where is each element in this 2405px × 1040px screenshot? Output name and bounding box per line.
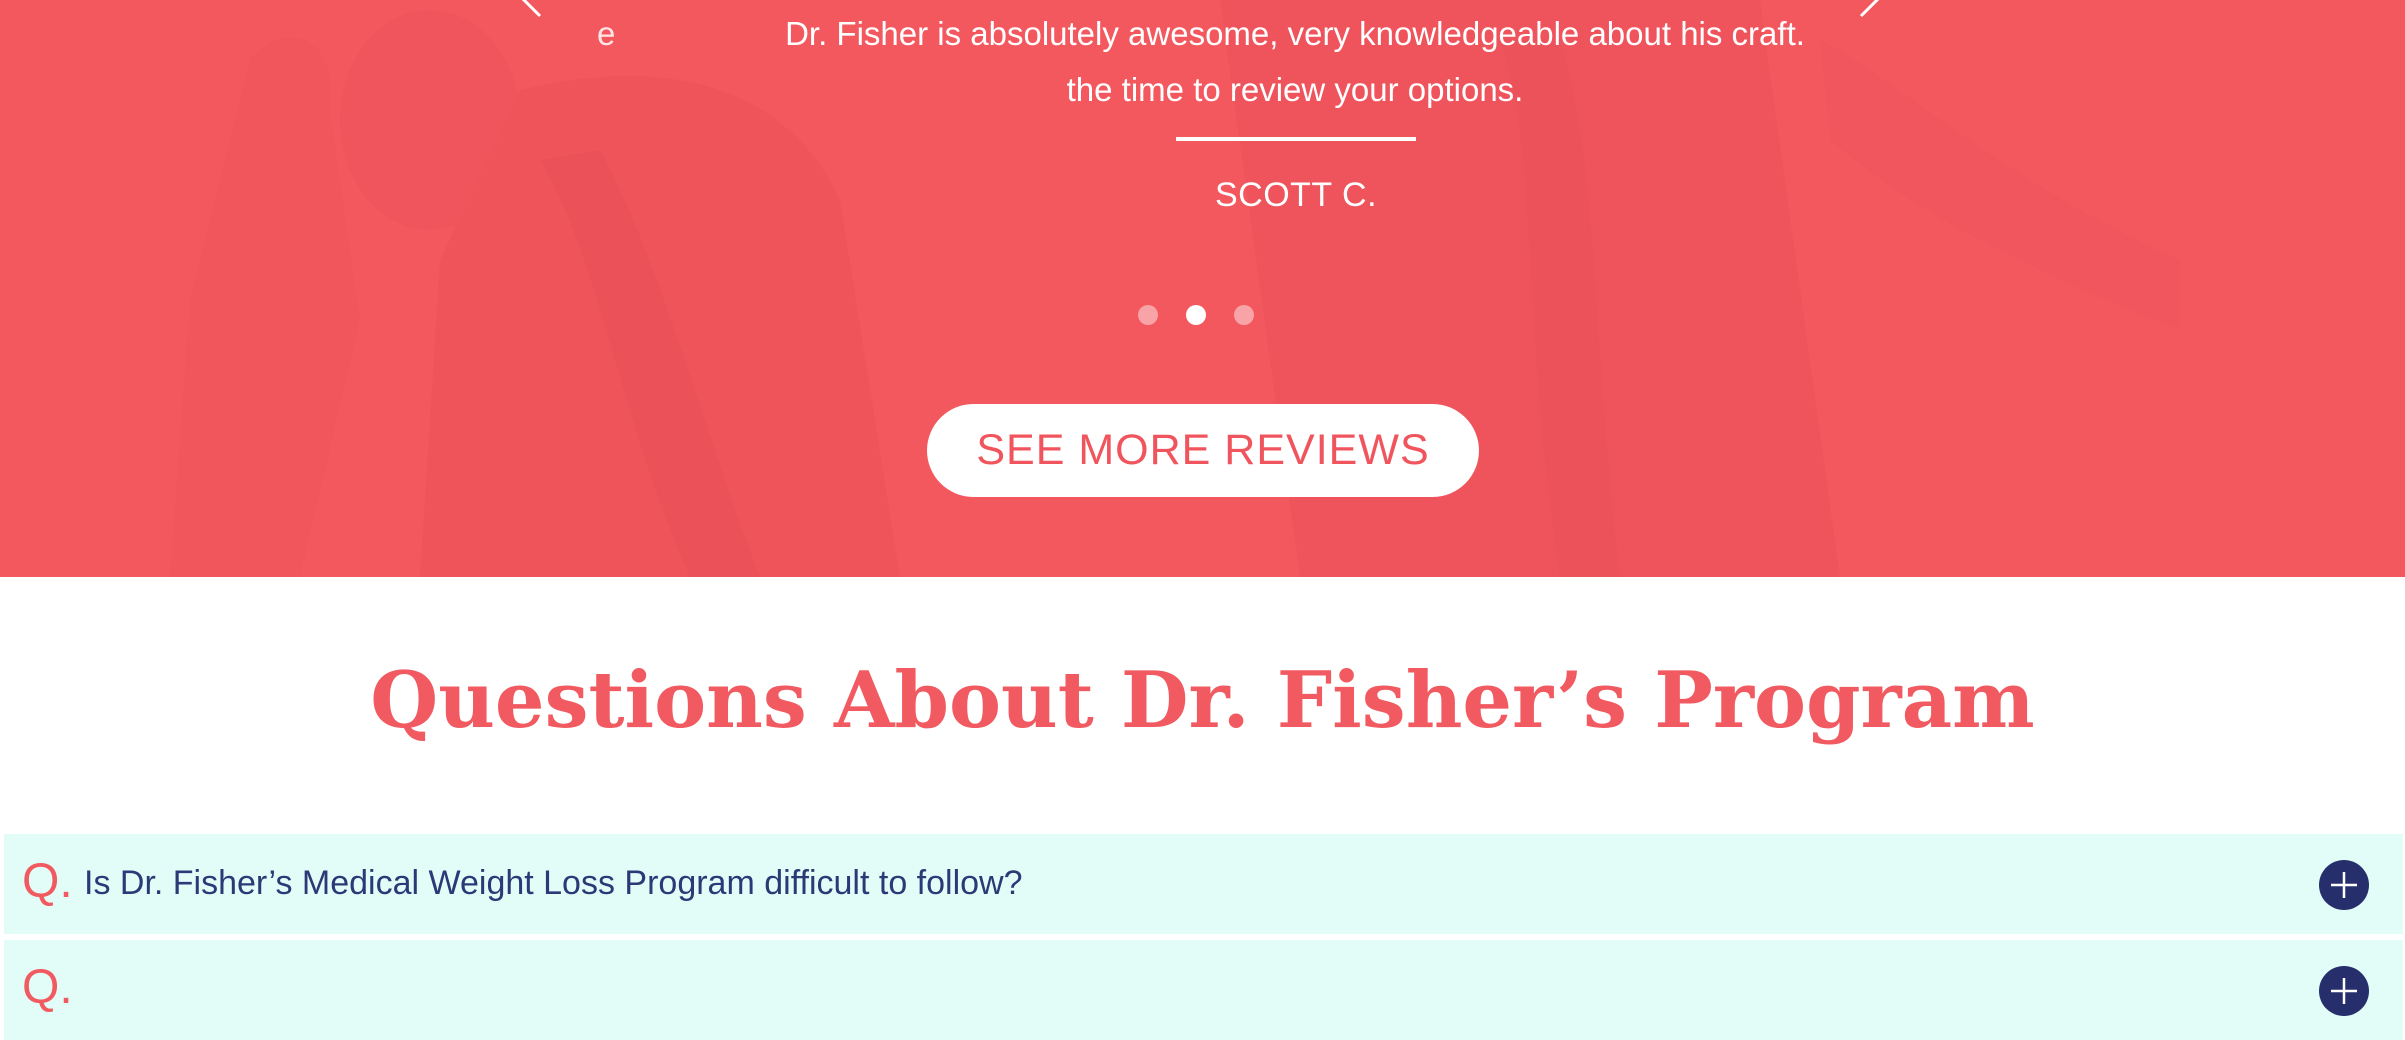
faq-expand-toggle[interactable]	[2319, 966, 2369, 1016]
plus-icon	[2331, 978, 2357, 1004]
carousel-dots	[1138, 305, 1254, 325]
faq-question-prefix: Q.	[22, 961, 73, 1014]
carousel-dot-1[interactable]	[1138, 305, 1158, 325]
testimonial-quote-line-2: the time to review your options.	[1066, 71, 1524, 108]
carousel-dot-2[interactable]	[1186, 305, 1206, 325]
reviewer-name: SCOTT C.	[1214, 176, 1378, 214]
testimonial-hero: e Dr. Fisher is absolutely awesome, very…	[0, 0, 2405, 577]
see-more-reviews-button[interactable]: SEE MORE REVIEWS	[927, 404, 1479, 497]
testimonial-quote-line-1: Dr. Fisher is absolutely awesome, very k…	[785, 15, 1805, 52]
faq-question-prefix: Q.	[22, 855, 73, 908]
faq-section-title: Questions About Dr. Fisher’s Program	[370, 655, 2035, 746]
quote-divider	[1176, 137, 1416, 141]
faq-item[interactable]: Q.	[4, 940, 2403, 1040]
plus-icon	[2331, 872, 2357, 898]
faq-item[interactable]: Q. Is Dr. Fisher’s Medical Weight Loss P…	[4, 834, 2403, 934]
carousel-dot-3[interactable]	[1234, 305, 1254, 325]
faq-question-text: Is Dr. Fisher’s Medical Weight Loss Prog…	[84, 864, 1023, 902]
faq-expand-toggle[interactable]	[2319, 860, 2369, 910]
